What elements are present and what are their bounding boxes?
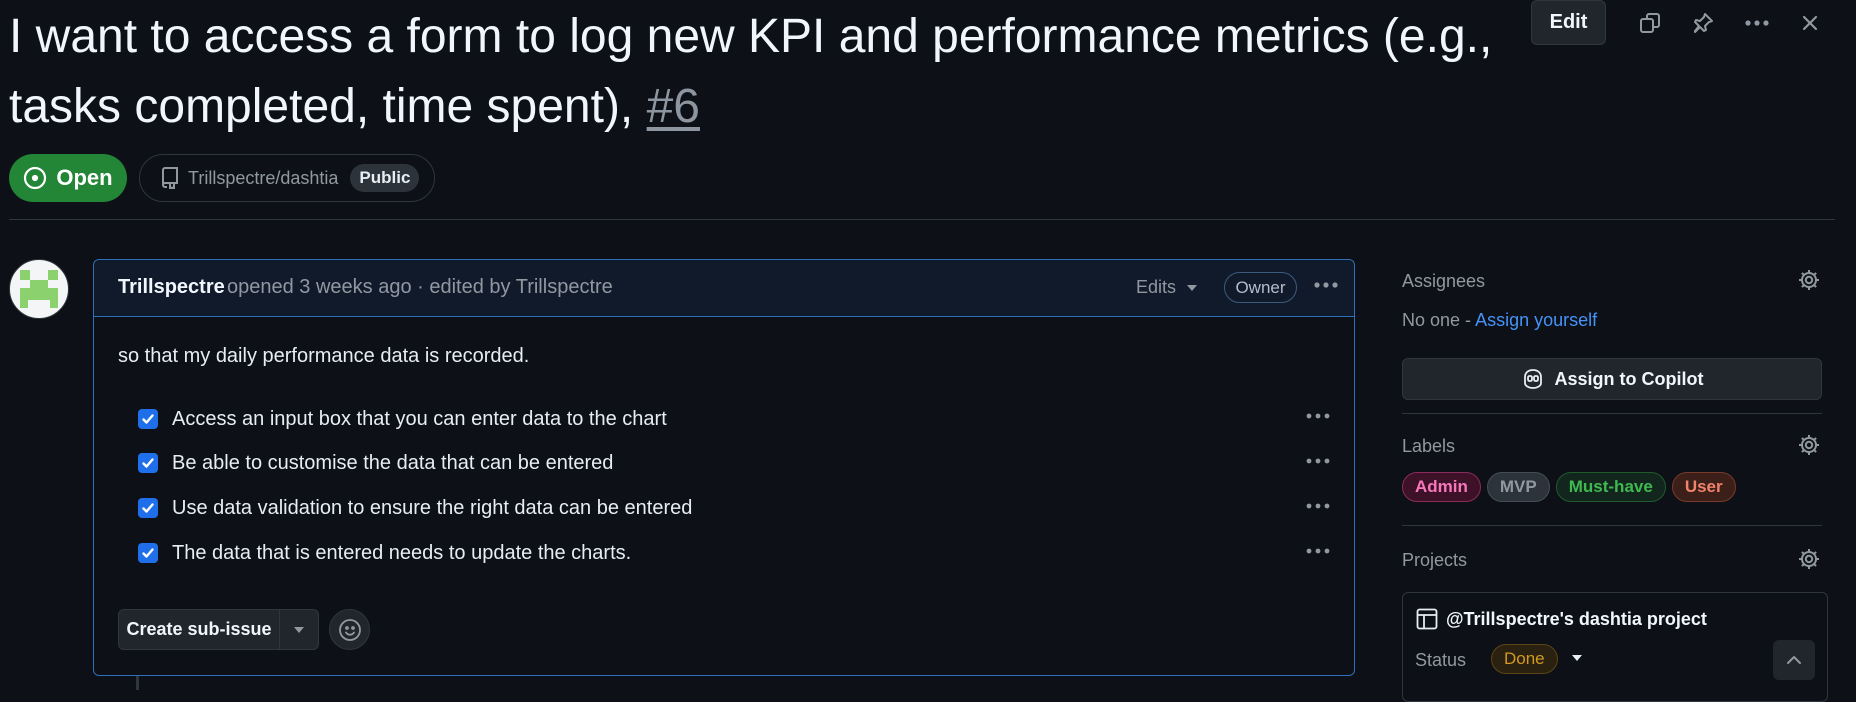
labels-list: Admin MVP Must-have User	[1402, 472, 1736, 502]
header-divider	[9, 219, 1835, 220]
assignees-heading[interactable]: Assignees	[1402, 271, 1485, 292]
task-checkbox[interactable]	[138, 543, 158, 563]
repo-pill[interactable]: Trillspectre/dashtia Public	[139, 154, 435, 202]
smiley-icon	[338, 618, 362, 642]
collapse-button[interactable]	[1773, 640, 1815, 680]
task-more-icon[interactable]	[1305, 457, 1331, 465]
issue-number-link[interactable]: #6	[647, 80, 700, 133]
comment-author[interactable]: Trillspectre	[118, 276, 225, 299]
status-open-label: Open	[56, 165, 113, 190]
label-must-have[interactable]: Must-have	[1555, 472, 1666, 502]
task-more-icon[interactable]	[1305, 547, 1331, 555]
project-status-badge[interactable]: Done	[1491, 644, 1558, 674]
task-checkbox[interactable]	[138, 409, 158, 429]
task-more-icon[interactable]	[1305, 502, 1331, 510]
task-item: Use data validation to ensure the right …	[138, 493, 692, 523]
task-checkbox[interactable]	[138, 453, 158, 473]
copilot-button-label: Assign to Copilot	[1554, 368, 1704, 389]
more-icon[interactable]	[1742, 8, 1772, 38]
gear-icon[interactable]	[1797, 268, 1821, 292]
no-assignee-text: No one -	[1402, 310, 1472, 330]
table-icon	[1416, 608, 1438, 630]
visibility-badge: Public	[350, 164, 420, 192]
assignees-value: No one - Assign yourself	[1402, 310, 1597, 331]
timeline-line	[136, 676, 139, 690]
assign-yourself-link[interactable]: Assign yourself	[1475, 310, 1597, 330]
label-user[interactable]: User	[1671, 472, 1736, 502]
labels-heading[interactable]: Labels	[1402, 436, 1455, 457]
avatar[interactable]	[9, 259, 69, 319]
assign-to-copilot-button[interactable]: Assign to Copilot	[1402, 358, 1822, 400]
issue-title-text: I want to access a form to log new KPI a…	[9, 10, 1493, 133]
copy-icon[interactable]	[1635, 8, 1665, 38]
project-name: @Trillspectre's dashtia project	[1446, 608, 1707, 629]
create-subissue-button[interactable]: Create sub-issue	[118, 609, 319, 650]
owner-badge: Owner	[1224, 272, 1297, 303]
task-text: The data that is entered needs to update…	[172, 541, 632, 564]
repo-name: Trillspectre/dashtia	[188, 167, 339, 188]
comment-body: so that my daily performance data is rec…	[118, 345, 530, 367]
label-admin[interactable]: Admin	[1402, 472, 1481, 502]
gear-icon[interactable]	[1797, 433, 1821, 457]
task-item: The data that is entered needs to update…	[138, 538, 631, 568]
task-text: Use data validation to ensure the right …	[172, 496, 693, 519]
projects-heading[interactable]: Projects	[1402, 550, 1467, 571]
comment-more-icon[interactable]	[1313, 281, 1339, 289]
task-text: Access an input box that you can enter d…	[172, 407, 667, 430]
copilot-icon	[1521, 368, 1545, 390]
chevron-up-icon	[1786, 655, 1802, 665]
task-item: Be able to customise the data that can b…	[138, 448, 613, 478]
issue-title: I want to access a form to log new KPI a…	[9, 2, 1509, 142]
gear-icon[interactable]	[1797, 547, 1821, 571]
comment-meta: opened 3 weeks ago · edited by Trillspec…	[227, 276, 613, 298]
label-mvp[interactable]: MVP	[1486, 472, 1550, 502]
create-subissue-label[interactable]: Create sub-issue	[119, 610, 280, 649]
edits-dropdown[interactable]: Edits	[1136, 277, 1198, 298]
status-open-badge: Open	[9, 154, 127, 202]
task-more-icon[interactable]	[1305, 412, 1331, 420]
reaction-button[interactable]	[329, 609, 370, 650]
sidebar-divider	[1402, 525, 1822, 526]
edits-label: Edits	[1136, 277, 1177, 297]
chevron-down-icon	[1186, 284, 1198, 292]
project-link[interactable]: @Trillspectre's dashtia project	[1416, 608, 1707, 630]
repo-icon	[160, 167, 180, 189]
chevron-down-icon[interactable]	[1571, 654, 1583, 662]
task-text: Be able to customise the data that can b…	[172, 451, 614, 474]
task-item: Access an input box that you can enter d…	[138, 404, 667, 434]
sidebar-divider	[1402, 413, 1822, 414]
task-checkbox[interactable]	[138, 498, 158, 518]
close-icon[interactable]	[1795, 8, 1825, 38]
project-status-label: Status	[1415, 650, 1467, 670]
chevron-down-icon[interactable]	[280, 610, 318, 649]
pin-icon[interactable]	[1688, 8, 1718, 38]
edit-button[interactable]: Edit	[1531, 0, 1606, 45]
issue-open-icon	[23, 166, 47, 190]
